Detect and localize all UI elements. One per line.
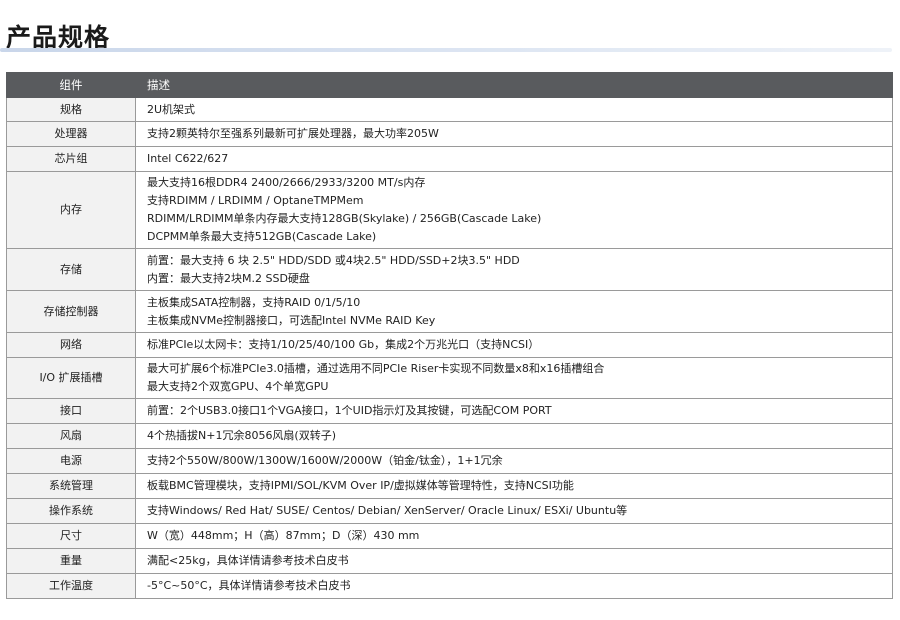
spec-row: 接口 前置：2个USB3.0接口1个VGA接口，1个UID指示灯及其按键，可选配C… xyxy=(6,398,893,424)
spec-value-line: RDIMM/LRDIMM单条内存最大支持128GB(Skylake) / 256… xyxy=(147,212,542,225)
spec-label: 工作温度 xyxy=(6,573,136,599)
spec-value: 支持2颗英特尔至强系列最新可扩展处理器，最大功率205W xyxy=(135,121,893,147)
spec-value: Intel C622/627 xyxy=(135,146,893,172)
spec-value-line: Intel C622/627 xyxy=(147,152,229,165)
header-row: 组件 描述 xyxy=(6,72,893,98)
spec-table-header: 组件 描述 xyxy=(6,72,893,98)
spec-table-body: 规格 2U机架式 处理器 支持2颗英特尔至强系列最新可扩展处理器，最大功率205W 芯片… xyxy=(6,97,893,599)
spec-value-line: 内置：最大支持2块M.2 SSD硬盘 xyxy=(147,271,310,285)
spec-row: 规格 2U机架式 xyxy=(6,97,893,122)
spec-value: 支持2个550W/800W/1300W/1600W/2000W（铂金/钛金），1… xyxy=(135,448,893,474)
spec-value: 板载BMC管理模块，支持IPMI/SOL/KVM Over IP/虚拟媒体等管理… xyxy=(135,473,893,499)
spec-value-line: 支持2颗英特尔至强系列最新可扩展处理器，最大功率205W xyxy=(147,127,439,140)
spec-label: 接口 xyxy=(6,398,136,424)
spec-value-line: 支持Windows/ Red Hat/ SUSE/ Centos/ Debian… xyxy=(147,504,628,517)
spec-label: 系统管理 xyxy=(6,473,136,499)
title-underline xyxy=(0,48,892,52)
spec-label: 风扇 xyxy=(6,423,136,449)
spec-value-line: -5°C~50°C，具体详情请参考技术白皮书 xyxy=(147,579,351,592)
spec-label: I/O 扩展插槽 xyxy=(6,357,136,399)
spec-label: 内存 xyxy=(6,171,136,249)
spec-row: 存储控制器 主板集成SATA控制器，支持RAID 0/1/5/10 主板集成NVMe… xyxy=(6,290,893,333)
spec-row: 风扇 4个热插拔N+1冗余8056风扇(双转子) xyxy=(6,423,893,449)
spec-row: 重量 满配<25kg，具体详情请参考技术白皮书 xyxy=(6,548,893,574)
spec-label: 存储 xyxy=(6,248,136,291)
spec-row: 网络 标准PCIe以太网卡：支持1/10/25/40/100 Gb，集成2个万兆光… xyxy=(6,332,893,358)
spec-row: 处理器 支持2颗英特尔至强系列最新可扩展处理器，最大功率205W xyxy=(6,121,893,147)
spec-row: 电源 支持2个550W/800W/1300W/1600W/2000W（铂金/钛金）… xyxy=(6,448,893,474)
spec-row: 存储 前置：最大支持 6 块 2.5" HDD/SDD 或4块2.5" HDD/S… xyxy=(6,248,893,291)
spec-value: 主板集成SATA控制器，支持RAID 0/1/5/10 主板集成NVMe控制器接口… xyxy=(135,290,893,333)
spec-value-line: 4个热插拔N+1冗余8056风扇(双转子) xyxy=(147,429,337,442)
spec-label: 处理器 xyxy=(6,121,136,147)
spec-value: 最大可扩展6个标准PCIe3.0插槽，通过选用不同PCIe Riser卡实现不同… xyxy=(135,357,893,399)
spec-value-line: W（宽）448mm；H（高）87mm；D（深）430 mm xyxy=(147,529,420,542)
spec-value: 2U机架式 xyxy=(135,97,893,122)
spec-value-line: 主板集成SATA控制器，支持RAID 0/1/5/10 xyxy=(147,295,361,309)
spec-value-line: 前置：2个USB3.0接口1个VGA接口，1个UID指示灯及其按键，可选配COM… xyxy=(147,404,552,417)
spec-value: 前置：最大支持 6 块 2.5" HDD/SDD 或4块2.5" HDD/SSD… xyxy=(135,248,893,291)
spec-label: 重量 xyxy=(6,548,136,574)
spec-row: 操作系统 支持Windows/ Red Hat/ SUSE/ Centos/ De… xyxy=(6,498,893,524)
spec-label: 电源 xyxy=(6,448,136,474)
spec-value-line: 最大支持2个双宽GPU、4个单宽GPU xyxy=(147,380,329,393)
spec-row: 内存 最大支持16根DDR4 2400/2666/2933/3200 MT/s内存… xyxy=(6,171,893,249)
spec-value: 4个热插拔N+1冗余8056风扇(双转子) xyxy=(135,423,893,449)
spec-value: 最大支持16根DDR4 2400/2666/2933/3200 MT/s内存 支持… xyxy=(135,171,893,249)
spec-value-line: 支持2个550W/800W/1300W/1600W/2000W（铂金/钛金），1… xyxy=(147,454,503,467)
spec-value: -5°C~50°C，具体详情请参考技术白皮书 xyxy=(135,573,893,599)
spec-value-line: 最大可扩展6个标准PCIe3.0插槽，通过选用不同PCIe Riser卡实现不同… xyxy=(147,362,605,375)
spec-value-line: 支持RDIMM / LRDIMM / OptaneTMPMem xyxy=(147,194,364,207)
spec-value-line: 满配<25kg，具体详情请参考技术白皮书 xyxy=(147,554,349,567)
spec-label: 网络 xyxy=(6,332,136,358)
spec-value-line: 主板集成NVMe控制器接口，可选配Intel NVMe RAID Key xyxy=(147,313,436,327)
spec-label: 尺寸 xyxy=(6,523,136,549)
header-description: 描述 xyxy=(135,72,893,98)
spec-row: 尺寸 W（宽）448mm；H（高）87mm；D（深）430 mm xyxy=(6,523,893,549)
spec-value: 满配<25kg，具体详情请参考技术白皮书 xyxy=(135,548,893,574)
spec-value: W（宽）448mm；H（高）87mm；D（深）430 mm xyxy=(135,523,893,549)
spec-label: 芯片组 xyxy=(6,146,136,172)
spec-value-line: DCPMM单条最大支持512GB(Cascade Lake) xyxy=(147,230,377,243)
spec-table: 组件 描述 规格 2U机架式 处理器 支持2颗英特尔至强系列最新可扩展处理器，最大功率… xyxy=(6,72,893,599)
spec-value: 支持Windows/ Red Hat/ SUSE/ Centos/ Debian… xyxy=(135,498,893,524)
spec-value: 标准PCIe以太网卡：支持1/10/25/40/100 Gb，集成2个万兆光口（… xyxy=(135,332,893,358)
spec-row: 系统管理 板载BMC管理模块，支持IPMI/SOL/KVM Over IP/虚拟媒… xyxy=(6,473,893,499)
spec-value-line: 最大支持16根DDR4 2400/2666/2933/3200 MT/s内存 xyxy=(147,176,426,189)
spec-row: 工作温度 -5°C~50°C，具体详情请参考技术白皮书 xyxy=(6,573,893,599)
spec-label: 规格 xyxy=(6,97,136,122)
spec-row: I/O 扩展插槽 最大可扩展6个标准PCIe3.0插槽，通过选用不同PCIe Ri… xyxy=(6,357,893,399)
spec-value-line: 前置：最大支持 6 块 2.5" HDD/SDD 或4块2.5" HDD/SSD… xyxy=(147,253,520,267)
spec-label: 存储控制器 xyxy=(6,290,136,333)
spec-value-line: 板载BMC管理模块，支持IPMI/SOL/KVM Over IP/虚拟媒体等管理… xyxy=(147,479,574,492)
spec-label: 操作系统 xyxy=(6,498,136,524)
header-component: 组件 xyxy=(6,72,136,98)
spec-row: 芯片组 Intel C622/627 xyxy=(6,146,893,172)
spec-value: 前置：2个USB3.0接口1个VGA接口，1个UID指示灯及其按键，可选配COM… xyxy=(135,398,893,424)
spec-value-line: 标准PCIe以太网卡：支持1/10/25/40/100 Gb，集成2个万兆光口（… xyxy=(147,338,540,351)
spec-value-line: 2U机架式 xyxy=(147,102,196,116)
